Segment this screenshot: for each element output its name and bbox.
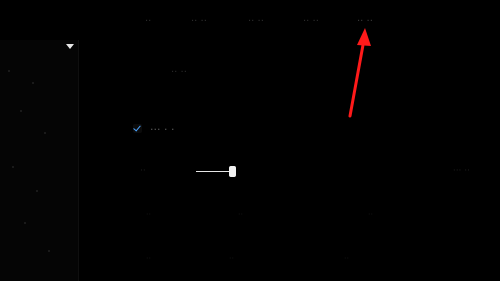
sidebar-speck <box>32 82 34 84</box>
faint-row-1-b: ·· <box>238 210 244 219</box>
slider-value: ··· ·· <box>452 166 470 176</box>
checkbox[interactable] <box>133 123 142 133</box>
sidebar-speck <box>20 110 22 112</box>
checkbox-label: ··· · · <box>150 123 175 136</box>
faint-row-1-a: ·· <box>146 210 152 219</box>
left-sidebar <box>0 40 79 281</box>
faint-row-1-c: ·· <box>368 210 374 219</box>
sidebar-speck <box>24 222 26 224</box>
tab-2[interactable]: ·· ·· <box>191 16 207 28</box>
top-navigation: ·· ·· ·· ·· ·· ·· ·· ·· ·· <box>0 12 500 34</box>
sidebar-speck <box>44 132 46 134</box>
faint-row-2-b: ·· <box>229 254 235 263</box>
sidebar-speck <box>36 190 38 192</box>
sidebar-speck <box>12 166 14 168</box>
tab-3[interactable]: ·· ·· <box>248 16 264 28</box>
tab-1[interactable]: ·· <box>145 16 151 28</box>
slider-label: ·· <box>140 166 146 176</box>
chevron-down-icon[interactable] <box>66 44 74 49</box>
tab-4[interactable]: ·· ·· <box>303 16 319 28</box>
faint-row-2-a: ·· <box>146 254 152 263</box>
checkmark-icon <box>133 123 141 132</box>
section-title: ·· ·· <box>171 67 187 78</box>
slider-thumb[interactable] <box>229 166 236 177</box>
faint-row-2-c: ·· <box>344 254 350 263</box>
sidebar-speck <box>48 250 50 252</box>
tab-5-active[interactable]: ·· ·· <box>357 16 373 28</box>
slider-setting: ·· ··· ·· <box>140 162 470 182</box>
sidebar-speck <box>8 70 10 72</box>
